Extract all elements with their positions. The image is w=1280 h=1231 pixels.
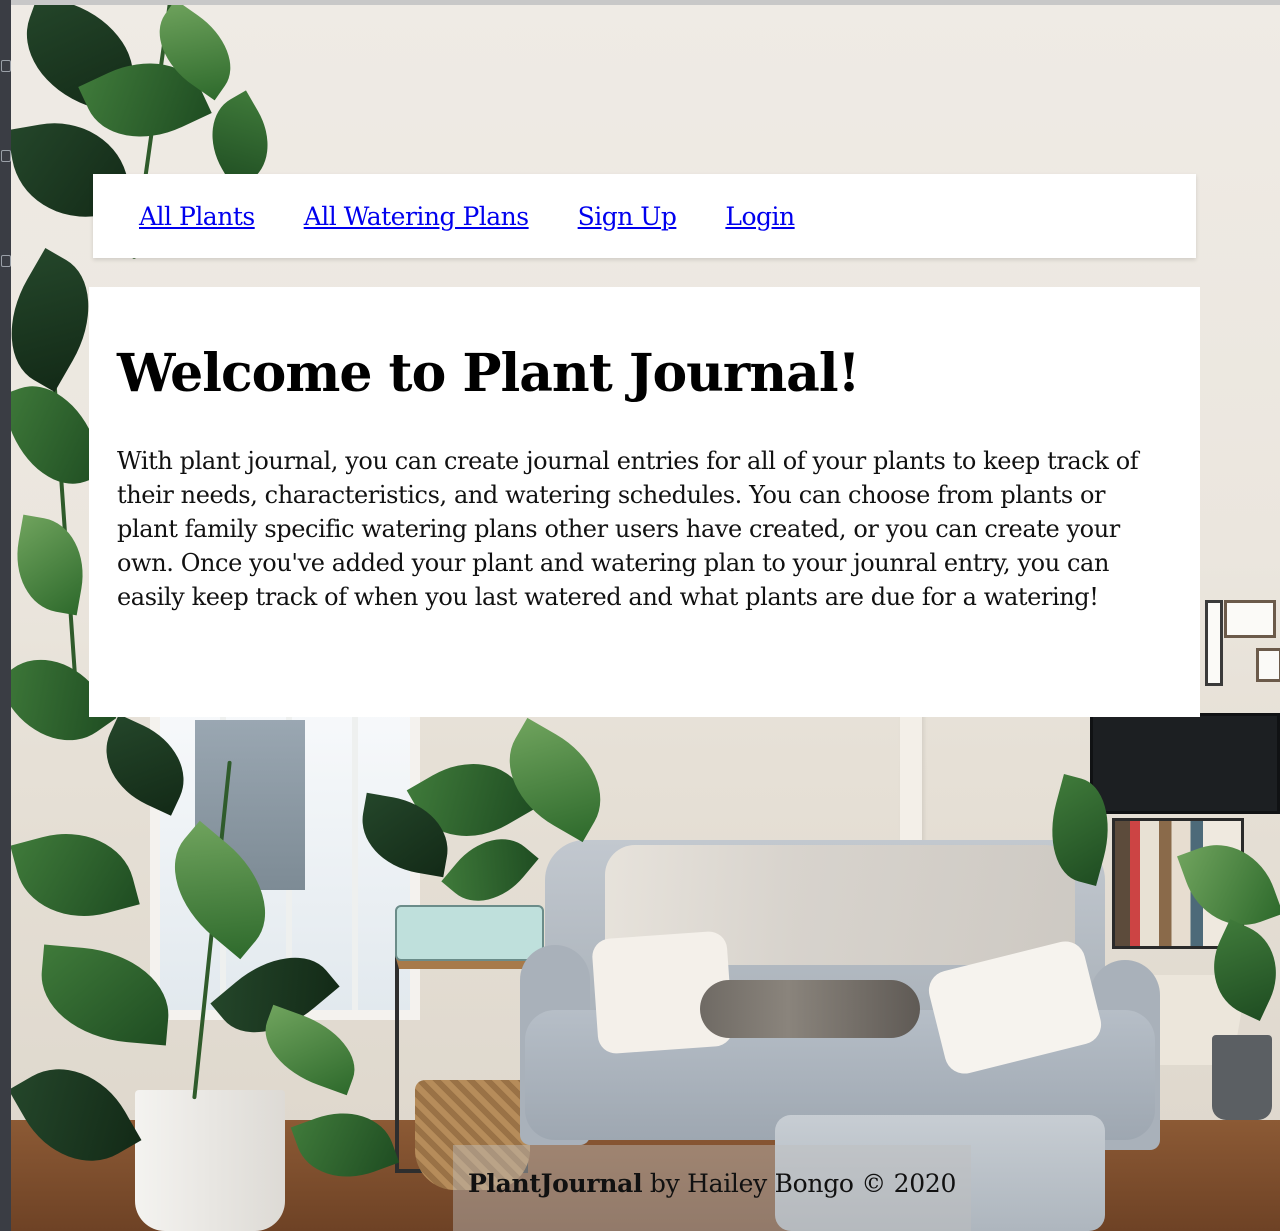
background-record-player <box>395 905 544 961</box>
editor-side-strip <box>0 0 11 1231</box>
welcome-panel: Welcome to Plant Journal! With plant jou… <box>89 287 1200 717</box>
page-title: Welcome to Plant Journal! <box>117 343 860 404</box>
background-picture-frame <box>1256 648 1280 682</box>
footer-brand: PlantJournal <box>467 1169 643 1198</box>
window-top-edge <box>0 0 1280 5</box>
footer-credit: by Hailey Bongo © 2020 <box>642 1169 957 1198</box>
nav-link-all-plants[interactable]: All Plants <box>139 202 255 231</box>
footer: PlantJournal by Hailey Bongo © 2020 <box>453 1145 971 1231</box>
nav-link-sign-up[interactable]: Sign Up <box>578 202 677 231</box>
strip-icon <box>1 150 11 162</box>
nav-link-login[interactable]: Login <box>725 202 795 231</box>
background-mirror <box>1205 600 1223 686</box>
background-plant-pot <box>1212 1035 1272 1120</box>
background-cat <box>700 980 920 1038</box>
strip-icon <box>1 60 11 72</box>
strip-icon <box>1 255 11 267</box>
background-picture-frame <box>1224 600 1276 638</box>
background-planter <box>135 1090 285 1231</box>
main-nav: All Plants All Watering Plans Sign Up Lo… <box>93 174 1196 258</box>
background-leaf <box>10 817 140 933</box>
background-leaf <box>7 514 93 616</box>
background-tv <box>1090 713 1280 814</box>
welcome-description: With plant journal, you can create journ… <box>117 447 1139 612</box>
nav-link-all-watering-plans[interactable]: All Watering Plans <box>304 202 529 231</box>
